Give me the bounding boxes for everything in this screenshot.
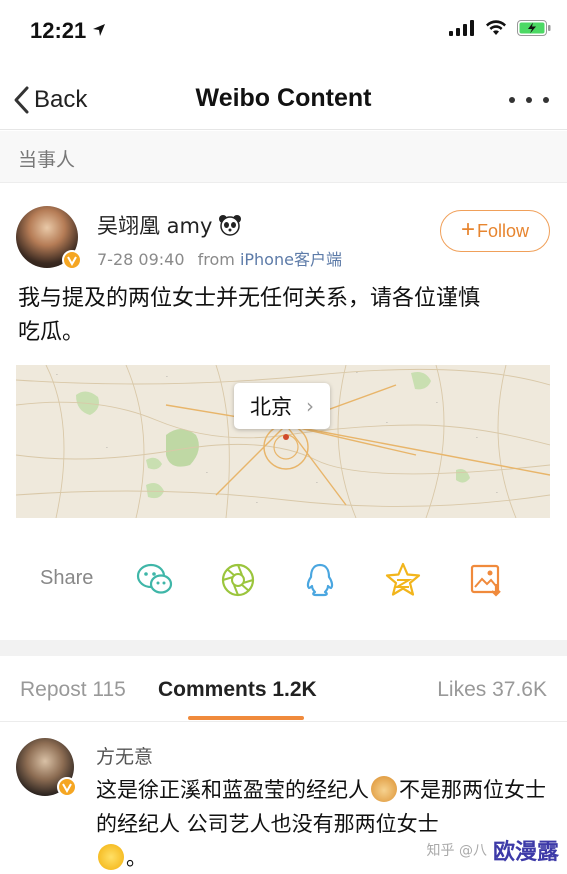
svg-text:·: ·: [256, 500, 258, 507]
chevron-right-icon: ›: [306, 394, 314, 418]
plus-icon: +: [460, 216, 475, 243]
watermark-brand: 欧漫露: [492, 840, 559, 865]
watermark: 知乎 @八 欧漫露: [427, 834, 559, 866]
svg-text:·: ·: [316, 480, 318, 487]
section-header-label: 当事人: [18, 149, 76, 171]
battery-charging-icon: [517, 20, 551, 36]
post-author-row: 吴翊凰 amy 7-28 09:40 from iPhone客户端 + Foll…: [0, 200, 567, 280]
follow-button[interactable]: + Follow: [440, 210, 550, 252]
svg-text:·: ·: [356, 370, 358, 377]
map-city-label: 北京: [250, 395, 292, 419]
section-header: 当事人: [0, 131, 567, 183]
post-timestamp: 7-28 09:40: [97, 250, 185, 269]
tab-comments[interactable]: Comments 1.2K: [158, 678, 317, 702]
doge-emoji-icon: [371, 776, 397, 802]
tab-repost[interactable]: Repost 115: [20, 678, 126, 702]
svg-text:·: ·: [206, 470, 208, 477]
watermark-text: 知乎 @八: [426, 843, 487, 859]
tab-likes[interactable]: Likes 37.6K: [437, 678, 547, 702]
follow-label: Follow: [477, 220, 530, 241]
comment-text-part: 这是徐正溪和蓝盈莹的经纪人: [96, 778, 369, 802]
status-time: 12:21: [30, 18, 106, 44]
share-label: Share: [40, 567, 94, 589]
svg-text:·: ·: [56, 372, 58, 379]
panda-icon: [219, 215, 242, 236]
svg-text:·: ·: [436, 400, 438, 407]
map-location-bubble[interactable]: 北京 ›: [234, 383, 330, 429]
wifi-icon: [486, 20, 506, 35]
svg-text:·: ·: [476, 435, 478, 442]
location-arrow-icon: [93, 24, 106, 36]
section-divider: [0, 640, 567, 656]
post-source[interactable]: iPhone客户端: [240, 250, 342, 269]
author-name[interactable]: 吴翊凰 amy: [97, 210, 242, 240]
post-from-label: from: [197, 250, 235, 269]
save-image-icon[interactable]: [467, 561, 505, 599]
svg-text:·: ·: [106, 445, 108, 452]
svg-text:·: ·: [166, 374, 168, 381]
comment-text-part: 。: [126, 846, 147, 870]
more-options-button[interactable]: [509, 90, 549, 110]
location-map[interactable]: ··· ··· ··· ··· 北京 ›: [16, 365, 550, 518]
author-avatar[interactable]: [16, 206, 82, 270]
verified-badge-icon: [57, 777, 77, 797]
laughing-emoji-icon: [98, 844, 124, 870]
wechat-icon[interactable]: [136, 561, 174, 599]
more-dot-icon: [509, 97, 515, 103]
commenter-name[interactable]: 方无意: [96, 742, 153, 769]
moments-icon[interactable]: [219, 561, 257, 599]
post-tabs: Repost 115 Comments 1.2K Likes 37.6K: [0, 656, 567, 722]
status-bar: 12:21: [0, 0, 567, 62]
qzone-star-icon[interactable]: [384, 561, 422, 599]
svg-text:·: ·: [386, 420, 388, 427]
share-row: Share: [0, 555, 567, 605]
signal-icon: [449, 20, 474, 36]
qq-icon[interactable]: [301, 561, 339, 599]
post-meta: 7-28 09:40 from iPhone客户端: [97, 246, 342, 270]
post-text-line: 吃瓜。: [18, 320, 85, 345]
commenter-avatar[interactable]: [16, 738, 77, 797]
status-indicators: [449, 20, 551, 36]
navigation-bar: Back Weibo Content: [0, 70, 567, 130]
more-dot-icon: [543, 97, 549, 103]
svg-text:·: ·: [496, 490, 498, 497]
post-text-line: 我与提及的两位女士并无任何关系，请各位谨慎: [18, 286, 481, 311]
more-dot-icon: [526, 97, 532, 103]
active-tab-indicator: [188, 716, 304, 720]
post-text: 我与提及的两位女士并无任何关系，请各位谨慎 吃瓜。: [18, 282, 550, 350]
verified-badge-icon: [62, 250, 82, 270]
author-name-text: 吴翊凰 amy: [97, 214, 213, 238]
page-title: Weibo Content: [195, 84, 372, 112]
